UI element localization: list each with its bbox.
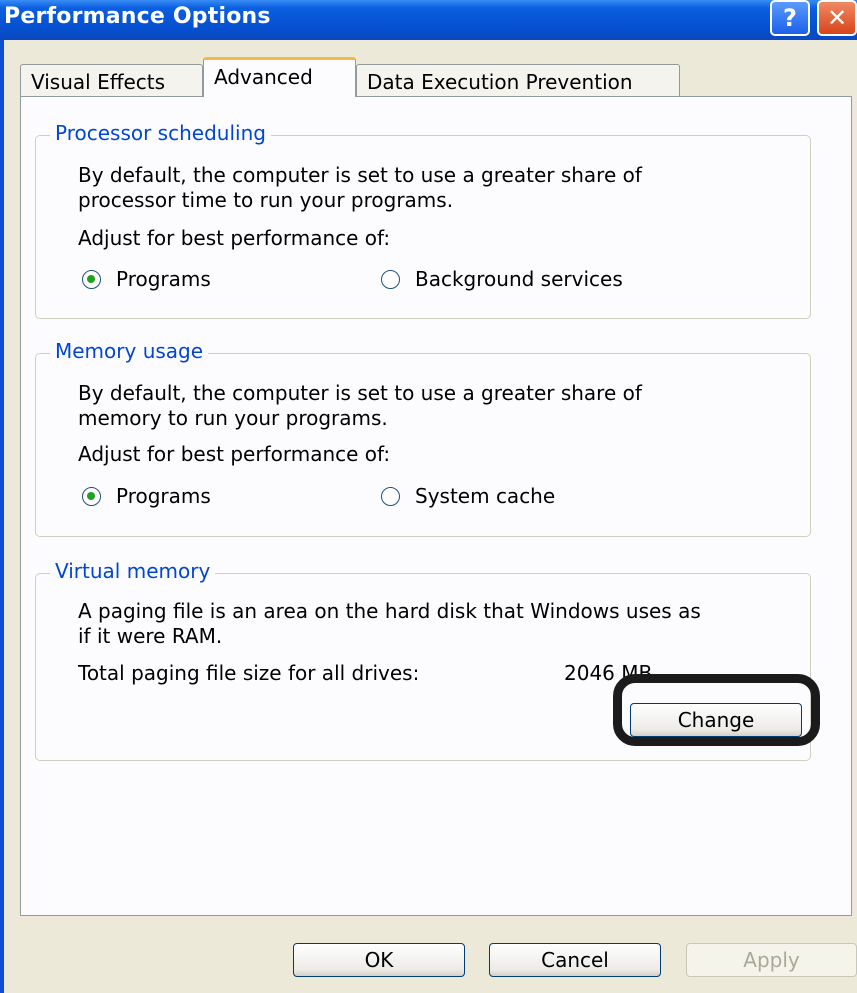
help-button[interactable]: ? [770, 0, 810, 36]
system-cache-radio[interactable] [381, 487, 400, 506]
group-title: Virtual memory [50, 559, 216, 583]
cancel-button[interactable]: Cancel [489, 943, 661, 977]
title-bar: Performance Options ? ✕ [0, 0, 857, 40]
close-button[interactable]: ✕ [817, 0, 857, 36]
processor-adjust-label: Adjust for best performance of: [78, 226, 391, 250]
memory-usage-group: Memory usage By default, the computer is… [35, 339, 811, 537]
background-services-radio[interactable] [381, 270, 400, 289]
tab-data-execution-prevention[interactable]: Data Execution Prevention [356, 64, 680, 96]
memory-programs-radio-label[interactable]: Programs [116, 484, 211, 508]
memory-adjust-label: Adjust for best performance of: [78, 442, 391, 466]
system-cache-radio-label[interactable]: System cache [415, 484, 555, 508]
virtual-description-line1: A paging file is an area on the hard dis… [78, 599, 701, 623]
group-title: Memory usage [50, 339, 209, 363]
window-title: Performance Options [4, 4, 271, 29]
group-title: Processor scheduling [50, 121, 271, 145]
ok-button[interactable]: OK [293, 943, 465, 977]
paging-file-size-label: Total paging file size for all drives: [78, 661, 420, 685]
apply-button[interactable]: Apply [686, 943, 857, 977]
memory-description-line2: memory to run your programs. [78, 406, 388, 430]
programs-radio-label[interactable]: Programs [116, 267, 211, 291]
window-border [0, 40, 4, 993]
highlight-marker [613, 674, 820, 746]
memory-description-line1: By default, the computer is set to use a… [78, 381, 642, 405]
memory-programs-radio[interactable] [82, 487, 101, 506]
programs-radio[interactable] [82, 270, 101, 289]
tab-advanced[interactable]: Advanced [203, 57, 356, 97]
processor-description-line1: By default, the computer is set to use a… [78, 163, 642, 187]
performance-options-window: Performance Options ? ✕ Visual Effects A… [0, 0, 857, 993]
processor-scheduling-group: Processor scheduling By default, the com… [35, 121, 811, 319]
virtual-description-line2: if it were RAM. [78, 624, 223, 648]
tab-visual-effects[interactable]: Visual Effects [20, 64, 203, 96]
processor-description-line2: processor time to run your programs. [78, 188, 454, 212]
background-services-radio-label[interactable]: Background services [415, 267, 623, 291]
